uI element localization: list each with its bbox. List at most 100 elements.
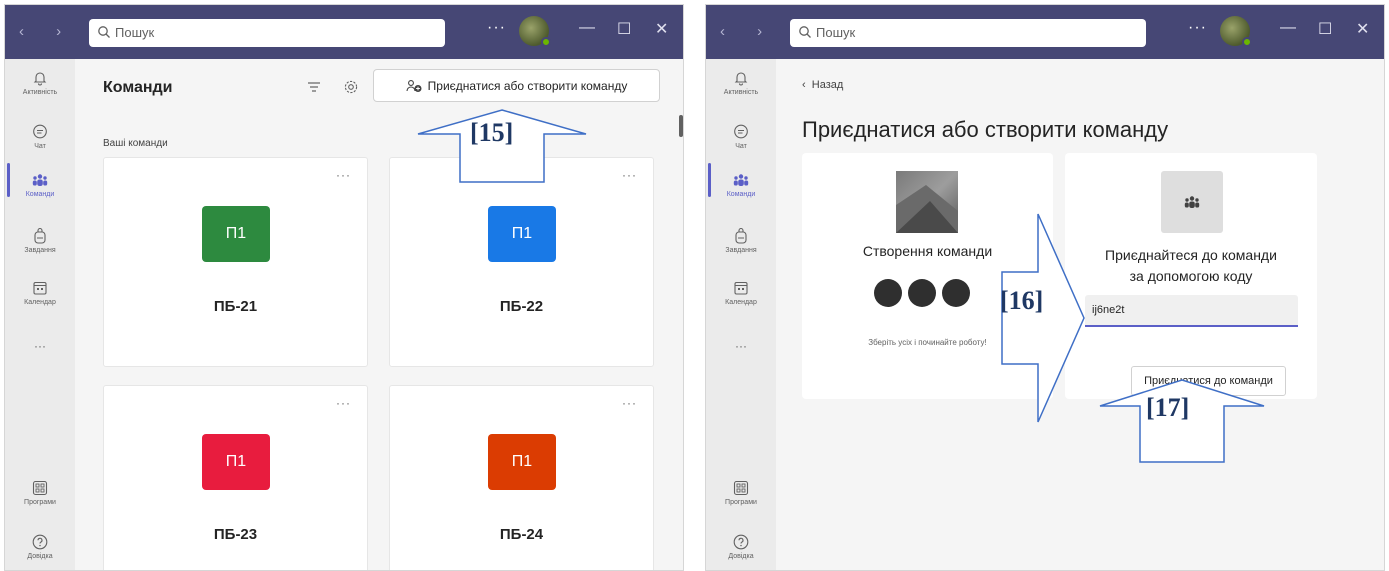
- team-card[interactable]: ··· П1 ПБ-21: [103, 157, 368, 367]
- back-link[interactable]: ‹ Назад: [802, 79, 843, 91]
- apps-icon: [733, 480, 749, 496]
- rail-label: Чат: [735, 143, 747, 150]
- rail-item-apps[interactable]: Програми: [706, 479, 776, 506]
- rail-item-chat[interactable]: Чат: [706, 123, 776, 150]
- rail-label: Команди: [25, 191, 55, 198]
- card-more-button[interactable]: ···: [336, 168, 351, 182]
- rail-item-apps[interactable]: Програми: [5, 479, 75, 506]
- presence-status-icon: [541, 37, 551, 47]
- join-or-create-label: Приєднатися або створити команду: [427, 78, 628, 93]
- nav-arrows[interactable]: ‹ ›: [19, 23, 75, 40]
- team-name: ПБ-21: [213, 298, 258, 315]
- search-placeholder: Пошук: [115, 25, 155, 40]
- close-button[interactable]: ✕: [1356, 19, 1369, 39]
- member-avatar: [942, 279, 970, 307]
- rail-item-assignments[interactable]: Завдання: [5, 227, 75, 254]
- team-avatar-tile: П1: [488, 434, 556, 490]
- rail-more-button[interactable]: ···: [5, 339, 75, 353]
- rail-label: Завдання: [24, 247, 56, 254]
- scrollbar-thumb[interactable]: [679, 115, 683, 137]
- page-title: Команди: [103, 79, 173, 96]
- rail-label: Чат: [34, 143, 46, 150]
- rail-item-activity[interactable]: Активність: [706, 69, 776, 96]
- card-more-button[interactable]: ···: [622, 168, 637, 182]
- rail-label: Програми: [725, 499, 757, 506]
- people-add-icon: [406, 79, 422, 92]
- backpack-icon: [34, 227, 46, 244]
- member-avatars: [868, 279, 988, 309]
- rail-item-assignments[interactable]: Завдання: [706, 227, 776, 254]
- apps-icon: [32, 480, 48, 496]
- calendar-icon: [33, 281, 47, 295]
- app-rail: Активність Чат Команди Завдання Календар…: [706, 59, 776, 570]
- rail-label: Довідка: [27, 553, 53, 560]
- filter-icon[interactable]: [307, 81, 321, 93]
- join-team-illustration: [1161, 171, 1223, 233]
- team-avatar-tile: П1: [202, 206, 270, 262]
- bell-icon: [734, 72, 748, 86]
- minimize-button[interactable]: —: [579, 19, 595, 37]
- callout-label-17: [17]: [1146, 393, 1190, 422]
- rail-item-help[interactable]: Довідка: [5, 533, 75, 560]
- title-bar: ‹ › Пошук ··· — ☐ ✕: [5, 5, 683, 59]
- team-avatar-tile: П1: [202, 434, 270, 490]
- image-placeholder-icon: [896, 185, 958, 233]
- backpack-icon: [735, 227, 747, 244]
- rail-label: Активність: [723, 89, 759, 96]
- member-avatar: [908, 279, 936, 307]
- rail-item-teams[interactable]: Команди: [706, 171, 776, 198]
- rail-label: Календар: [24, 299, 56, 306]
- team-name: ПБ-22: [499, 298, 544, 315]
- callout-arrow-right: [1001, 213, 1085, 423]
- rail-item-chat[interactable]: Чат: [5, 123, 75, 150]
- bell-icon: [33, 72, 47, 86]
- join-or-create-team-button[interactable]: Приєднатися або створити команду: [373, 69, 660, 102]
- team-card[interactable]: ··· П1 ПБ-24: [389, 385, 654, 570]
- rail-item-help[interactable]: Довідка: [706, 533, 776, 560]
- rail-label: Програми: [24, 499, 56, 506]
- rail-item-calendar[interactable]: Календар: [706, 279, 776, 306]
- team-card[interactable]: ··· П1 ПБ-23: [103, 385, 368, 570]
- chevron-left-icon: ‹: [802, 79, 812, 91]
- more-options-button[interactable]: ···: [487, 19, 506, 37]
- more-options-button[interactable]: ···: [1188, 19, 1207, 37]
- rail-item-calendar[interactable]: Календар: [5, 279, 75, 306]
- rail-label: Активність: [22, 89, 58, 96]
- teams-window-left: ‹ › Пошук ··· — ☐ ✕ Активність Чат Коман…: [4, 4, 684, 571]
- search-icon: [799, 26, 811, 38]
- teams-icon: [32, 174, 48, 186]
- search-box[interactable]: Пошук: [790, 19, 1146, 47]
- rail-item-activity[interactable]: Активність: [5, 69, 75, 96]
- calendar-icon: [734, 281, 748, 295]
- rail-more-button[interactable]: ···: [706, 339, 776, 353]
- rail-label: Команди: [726, 191, 756, 198]
- search-placeholder: Пошук: [816, 25, 856, 40]
- maximize-button[interactable]: ☐: [617, 19, 631, 39]
- card-more-button[interactable]: ···: [336, 396, 351, 410]
- close-button[interactable]: ✕: [655, 19, 668, 39]
- chat-icon: [33, 124, 47, 139]
- help-icon: [32, 534, 48, 550]
- back-label: Назад: [811, 79, 844, 91]
- card-more-button[interactable]: ···: [622, 396, 637, 410]
- rail-label: Календар: [725, 299, 757, 306]
- teams-icon: [1184, 196, 1200, 208]
- gear-icon[interactable]: [343, 79, 359, 95]
- minimize-button[interactable]: —: [1280, 19, 1296, 37]
- rail-label: Завдання: [725, 247, 757, 254]
- team-code-input[interactable]: [1085, 295, 1298, 327]
- teams-icon: [733, 174, 749, 186]
- callout-label-15: [15]: [470, 118, 514, 147]
- join-title-line2: за допомогою коду: [1129, 268, 1253, 284]
- team-card[interactable]: ··· П1 ПБ-22: [389, 157, 654, 367]
- presence-status-icon: [1242, 37, 1252, 47]
- nav-arrows[interactable]: ‹ ›: [720, 23, 776, 40]
- chat-icon: [734, 124, 748, 139]
- join-title-line1: Приєднайтеся до команди: [1105, 247, 1277, 263]
- join-team-title: Приєднайтеся до команди за допомогою код…: [1065, 245, 1317, 287]
- maximize-button[interactable]: ☐: [1318, 19, 1332, 39]
- create-team-illustration: [896, 171, 958, 233]
- rail-item-teams[interactable]: Команди: [5, 171, 75, 198]
- page-title: Приєднатися або створити команду: [802, 117, 1169, 142]
- search-box[interactable]: Пошук: [89, 19, 445, 47]
